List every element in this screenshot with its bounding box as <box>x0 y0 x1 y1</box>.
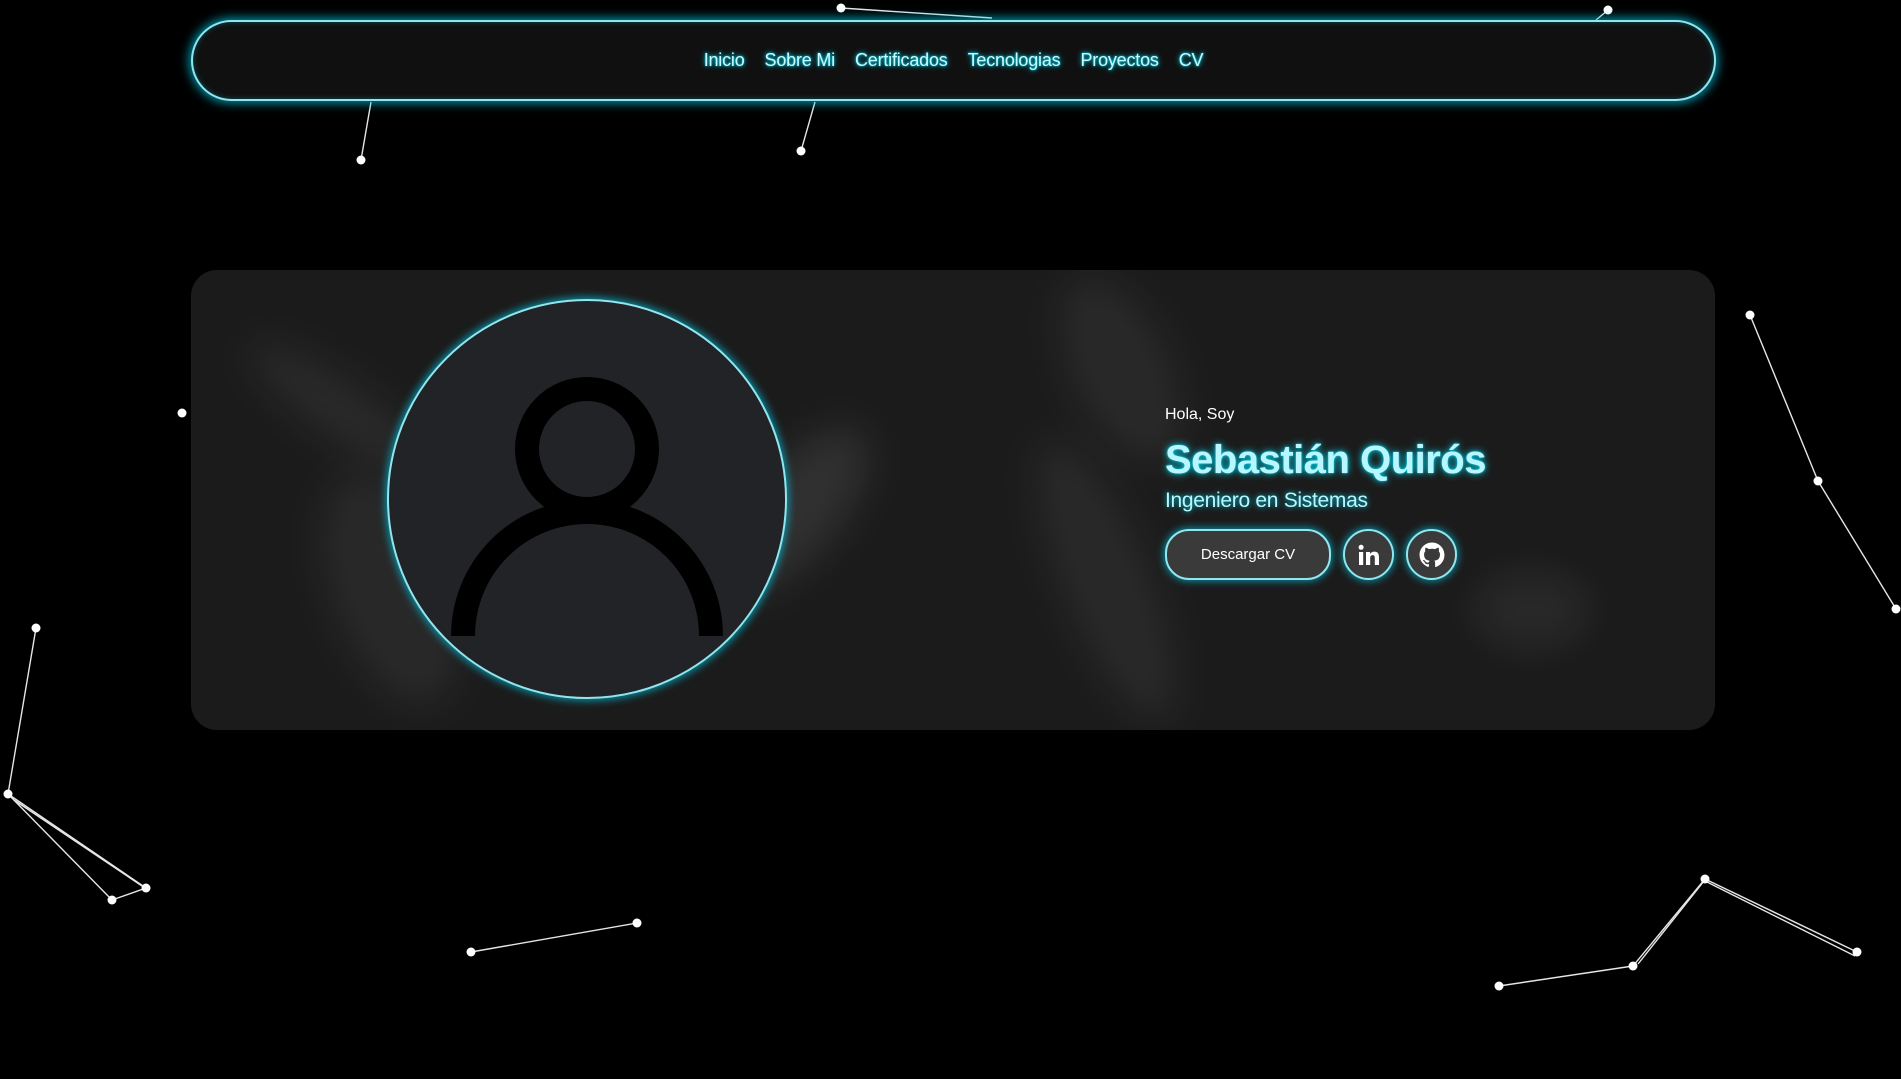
nav-link-cv[interactable]: CV <box>1179 50 1204 71</box>
nav-link-inicio[interactable]: Inicio <box>704 50 745 71</box>
greeting-text: Hola, Soy <box>1165 406 1235 423</box>
hero-card: Hola, Soy Sebastián Quirós Ingeniero en … <box>191 270 1715 730</box>
hero-actions: Descargar CV <box>1165 529 1486 580</box>
user-icon <box>451 377 723 637</box>
nav-link-certificados[interactable]: Certificados <box>855 50 948 71</box>
linkedin-icon <box>1358 544 1379 565</box>
hero-glow-shape <box>1471 570 1591 650</box>
profile-avatar <box>387 299 787 699</box>
download-cv-button[interactable]: Descargar CV <box>1165 529 1331 580</box>
intro-block: Hola, Soy Sebastián Quirós Ingeniero en … <box>1165 406 1486 580</box>
github-button[interactable] <box>1406 529 1457 580</box>
person-role: Ingeniero en Sistemas <box>1165 489 1368 512</box>
linkedin-button[interactable] <box>1343 529 1394 580</box>
top-navbar: Inicio Sobre Mi Certificados Tecnologias… <box>191 20 1716 101</box>
github-icon <box>1419 542 1444 567</box>
nav-link-tecnologias[interactable]: Tecnologias <box>968 50 1061 71</box>
nav-link-proyectos[interactable]: Proyectos <box>1080 50 1158 71</box>
person-name: Sebastián Quirós <box>1165 438 1486 482</box>
page-background: Inicio Sobre Mi Certificados Tecnologias… <box>0 0 1901 1079</box>
nav-link-sobre-mi[interactable]: Sobre Mi <box>765 50 836 71</box>
